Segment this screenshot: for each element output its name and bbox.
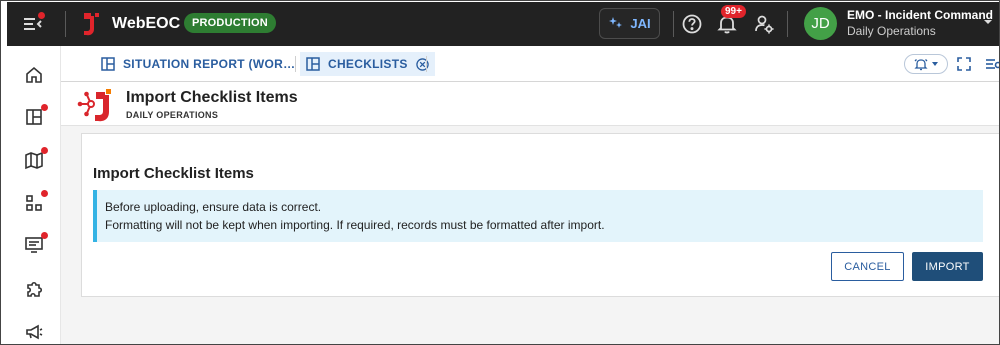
- top-bar: WebEOC PRODUCTION JAI 99+ JD EMO - Incid…: [7, 2, 999, 46]
- boards-alert-dot: [41, 190, 48, 197]
- tab-bar: SITUATION REPORT (WOR… CHECKLISTS: [61, 46, 999, 82]
- alert-line: Formatting will not be kept when importi…: [105, 218, 605, 232]
- panel-layout-icon: [306, 57, 320, 71]
- environment-badge: PRODUCTION: [184, 13, 276, 33]
- cancel-button[interactable]: CANCEL: [831, 252, 904, 281]
- user-name[interactable]: EMO - Incident Command: [847, 8, 993, 22]
- sparkle-icon: [608, 16, 624, 32]
- checklist-plugin-logo-icon: [77, 86, 115, 124]
- sidebar: [7, 46, 61, 344]
- tab-label: SITUATION REPORT (WOR…: [123, 57, 296, 71]
- display-alert-dot: [41, 232, 48, 239]
- boards-icon[interactable]: [24, 190, 48, 213]
- home-icon[interactable]: [24, 65, 44, 85]
- alert-line: Before uploading, ensure data is correct…: [105, 200, 322, 214]
- plugin-icon[interactable]: [24, 279, 44, 299]
- display-icon[interactable]: [24, 232, 48, 255]
- avatar[interactable]: JD: [804, 7, 837, 40]
- menu-toggle-icon[interactable]: [21, 12, 45, 36]
- user-settings-icon[interactable]: [753, 13, 775, 35]
- list-options-icon[interactable]: [985, 56, 999, 72]
- user-menu-chevron-down-icon[interactable]: [983, 17, 993, 27]
- notification-count-badge: 99+: [721, 5, 746, 18]
- jai-assistant-button[interactable]: JAI: [599, 8, 660, 39]
- menu-alert-dot: [38, 12, 45, 19]
- app-window: WebEOC PRODUCTION JAI 99+ JD EMO - Incid…: [0, 0, 1000, 345]
- chevron-down-icon: [931, 60, 939, 68]
- main-content: Import Checklist Items Before uploading,…: [61, 126, 999, 344]
- map-alert-dot: [41, 147, 48, 154]
- page-title: Import Checklist Items: [126, 89, 298, 106]
- user-position[interactable]: Daily Operations: [847, 24, 936, 38]
- info-alert: Before uploading, ensure data is correct…: [93, 190, 983, 242]
- tab-situation-report[interactable]: SITUATION REPORT (WOR…: [95, 52, 322, 76]
- card-title: Import Checklist Items: [93, 165, 254, 182]
- page-subtitle: DAILY OPERATIONS: [126, 110, 219, 120]
- dashboard-icon[interactable]: [24, 104, 48, 127]
- help-icon[interactable]: [681, 13, 703, 35]
- page-header: Import Checklist Items DAILY OPERATIONS: [61, 82, 999, 126]
- divider: [65, 11, 66, 37]
- app-name: WebEOC: [112, 15, 181, 32]
- panel-layout-icon: [101, 57, 115, 71]
- divider: [673, 11, 674, 37]
- tab-divider: [426, 56, 427, 72]
- bell-icon: [913, 57, 928, 71]
- fullscreen-icon[interactable]: [956, 56, 972, 72]
- dashboard-alert-dot: [41, 104, 48, 111]
- import-card: Import Checklist Items Before uploading,…: [81, 133, 999, 297]
- map-icon[interactable]: [24, 147, 48, 170]
- tab-label: CHECKLISTS: [328, 57, 408, 71]
- jai-button-label: JAI: [630, 16, 651, 31]
- divider: [787, 11, 788, 37]
- import-button[interactable]: IMPORT: [912, 252, 983, 281]
- alert-settings-button[interactable]: [904, 54, 948, 74]
- tab-divider: [295, 56, 296, 72]
- megaphone-icon[interactable]: [24, 322, 44, 342]
- tab-checklists[interactable]: CHECKLISTS: [300, 52, 435, 76]
- webeoc-logo-icon: [81, 11, 101, 37]
